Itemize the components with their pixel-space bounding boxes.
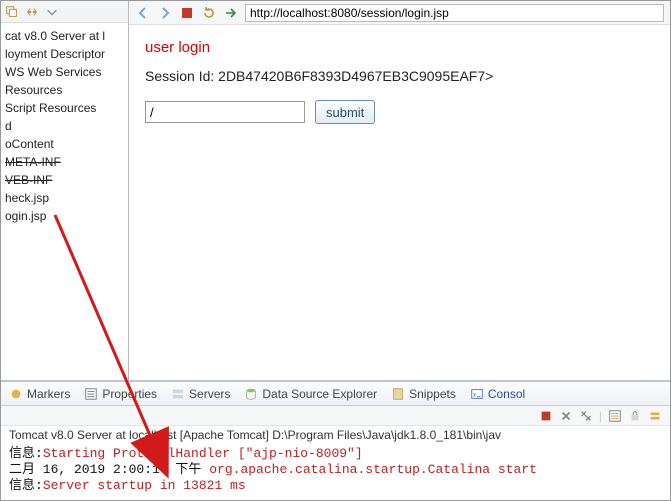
tab-label: Consol xyxy=(488,387,525,401)
snippets-icon xyxy=(391,387,405,401)
address-input[interactable] xyxy=(245,4,664,22)
project-explorer-sidebar: cat v8.0 Server at l loyment Descriptor … xyxy=(1,1,129,380)
browser-viewport: user login Session Id: 2DB47420B6F8393D4… xyxy=(129,25,670,380)
browser-url-bar xyxy=(129,1,670,25)
terminate-icon[interactable] xyxy=(539,409,553,423)
clear-console-icon[interactable] xyxy=(608,409,622,423)
view-menu-icon[interactable] xyxy=(45,5,59,19)
tree-item[interactable]: d xyxy=(3,117,126,135)
session-id-label: Session Id: xyxy=(145,68,214,84)
pin-console-icon[interactable] xyxy=(648,409,662,423)
tree-item[interactable]: oContent xyxy=(3,135,126,153)
console-line: 二月 16, 2019 2:00:17 下午 org.apache.catali… xyxy=(9,462,662,478)
tab-label: Servers xyxy=(189,387,230,401)
view-tab-bar: Markers Properties Servers Data Source E… xyxy=(1,382,670,406)
tree-item[interactable]: Resources xyxy=(3,81,126,99)
scroll-lock-icon[interactable] xyxy=(628,409,642,423)
properties-icon xyxy=(84,387,98,401)
nav-go-icon[interactable] xyxy=(223,5,239,21)
tab-data-source-explorer[interactable]: Data Source Explorer xyxy=(244,387,377,401)
tree-item[interactable]: META-INF xyxy=(3,153,126,171)
console-line: 信息:Starting ProtocolHandler ["ajp-nio-80… xyxy=(9,446,662,462)
tab-label: Data Source Explorer xyxy=(262,387,377,401)
markers-icon xyxy=(9,387,23,401)
console-line: 信息:Server startup in 13821 ms xyxy=(9,478,662,494)
nav-back-icon[interactable] xyxy=(135,5,151,21)
tree-item[interactable]: loyment Descriptor xyxy=(3,45,126,63)
tab-markers[interactable]: Markers xyxy=(9,387,70,401)
session-id-value: 2DB47420B6F8393D4967EB3C9095EAF7> xyxy=(218,68,493,84)
console-output: 信息:Starting ProtocolHandler ["ajp-nio-80… xyxy=(1,444,670,500)
tab-servers[interactable]: Servers xyxy=(171,387,230,401)
tree-item[interactable]: VEB-INF xyxy=(3,171,126,189)
servers-icon xyxy=(171,387,185,401)
nav-forward-icon[interactable] xyxy=(157,5,173,21)
page-heading: user login xyxy=(145,39,654,56)
remove-launch-icon[interactable] xyxy=(559,409,573,423)
console-icon xyxy=(470,387,484,401)
nav-stop-icon[interactable] xyxy=(179,5,195,21)
tree-item[interactable]: cat v8.0 Server at l xyxy=(3,27,126,45)
tab-label: Properties xyxy=(102,387,157,401)
database-icon xyxy=(244,387,258,401)
sidebar-toolbar xyxy=(1,1,128,23)
remove-all-icon[interactable] xyxy=(579,409,593,423)
submit-button[interactable]: submit xyxy=(315,100,375,124)
tree-item[interactable]: ogin.jsp xyxy=(3,207,126,225)
login-text-input[interactable] xyxy=(145,101,305,123)
link-editor-icon[interactable] xyxy=(25,5,39,19)
session-id-line: Session Id: 2DB47420B6F8393D4967EB3C9095… xyxy=(145,68,654,84)
tree-item[interactable]: heck.jsp xyxy=(3,189,126,207)
console-title: Tomcat v8.0 Server at localhost [Apache … xyxy=(1,426,670,444)
tab-snippets[interactable]: Snippets xyxy=(391,387,456,401)
browser-editor: user login Session Id: 2DB47420B6F8393D4… xyxy=(129,1,670,380)
tree-item[interactable]: Script Resources xyxy=(3,99,126,117)
console-toolbar: | xyxy=(1,406,670,426)
tab-properties[interactable]: Properties xyxy=(84,387,157,401)
nav-refresh-icon[interactable] xyxy=(201,5,217,21)
project-tree[interactable]: cat v8.0 Server at l loyment Descriptor … xyxy=(1,23,128,229)
tab-label: Markers xyxy=(27,387,70,401)
tab-label: Snippets xyxy=(409,387,456,401)
tree-item[interactable]: WS Web Services xyxy=(3,63,126,81)
tab-console[interactable]: Consol xyxy=(470,387,525,401)
bottom-panel: Markers Properties Servers Data Source E… xyxy=(1,380,670,500)
collapse-all-icon[interactable] xyxy=(5,5,19,19)
